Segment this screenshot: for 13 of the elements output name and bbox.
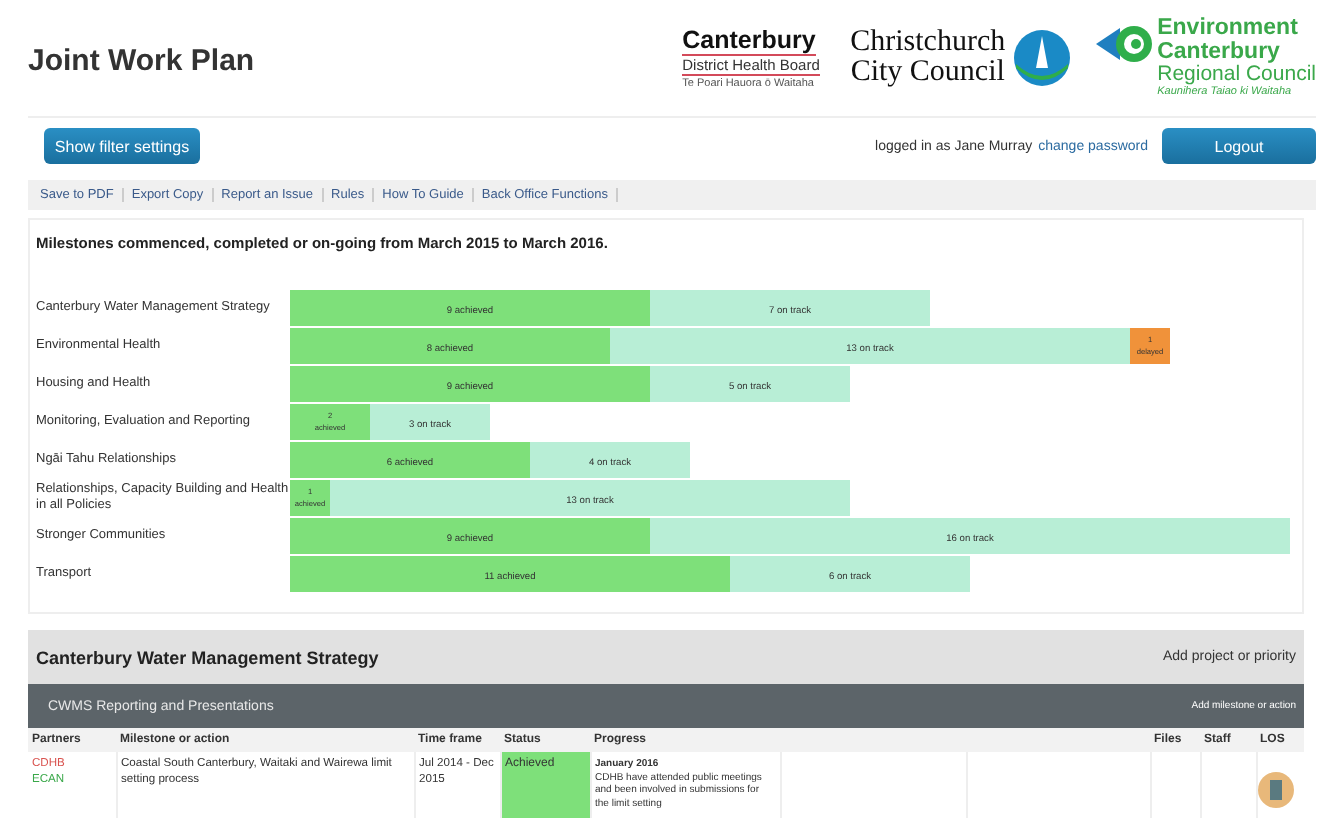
cathedral-circle-icon xyxy=(1011,28,1072,88)
swirl-icon xyxy=(1095,22,1156,66)
filter-button[interactable]: Show filter settings xyxy=(44,128,200,164)
logo-text: Canterbury xyxy=(682,26,816,56)
logout-button[interactable]: Logout xyxy=(1162,128,1316,164)
logo-text: Christchurch xyxy=(850,28,1006,58)
logo-text: Environment xyxy=(1157,18,1300,41)
document-icon xyxy=(1257,772,1293,808)
logo-text: Regional Council xyxy=(1157,64,1316,85)
logo-text: City Council xyxy=(850,58,1005,88)
app-title: Joint Work Plan xyxy=(28,43,255,77)
section-title: Canterbury Water Management Strategy xyxy=(36,647,379,667)
logo-text: Canterbury xyxy=(1157,41,1280,63)
